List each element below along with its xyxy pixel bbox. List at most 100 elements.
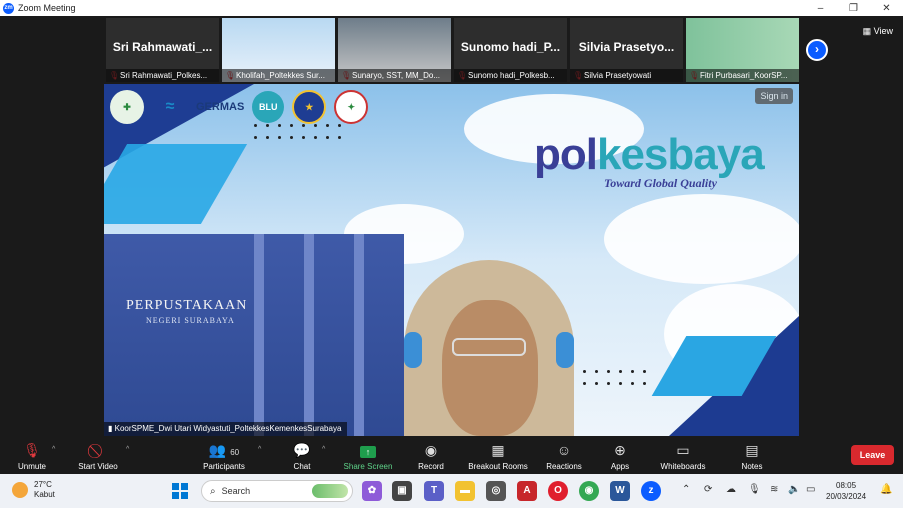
whiteboards-button[interactable]: ▭ Whiteboards xyxy=(656,440,710,471)
search-highlight-image xyxy=(312,484,348,498)
os-taskbar: 27°C Kabut ⌕ Search ✿ ▣ T ▬ ◎ A O ◉ W z ⌃… xyxy=(0,474,903,508)
chrome-icon[interactable]: ◉ xyxy=(579,481,599,501)
volume-icon[interactable]: 🔈 xyxy=(788,484,800,495)
weather-widget[interactable]: 27°C Kabut xyxy=(12,480,55,500)
speaker-name-caption: ▮ KoorSPME_Dwi Utari Widyastuti_Poltekke… xyxy=(104,422,348,436)
record-button[interactable]: ◉ Record xyxy=(414,440,448,471)
weather-sun-icon xyxy=(12,482,28,498)
meeting-toolbar: 🎙 Unmute ^ ⃠ Start Video ^ 👥 60 Particip… xyxy=(0,436,903,474)
battery-icon[interactable]: ▭ xyxy=(806,484,815,495)
teams-icon[interactable]: T xyxy=(424,481,444,501)
participants-button[interactable]: 👥 60 Participants xyxy=(198,440,250,471)
share-screen-icon: ↑ xyxy=(360,446,376,458)
camera-icon[interactable]: ◎ xyxy=(486,481,506,501)
taskbar-search[interactable]: ⌕ Search xyxy=(201,480,353,502)
accreditation-logo-icon: ✦ xyxy=(334,90,369,124)
pdf-reader-icon[interactable]: A xyxy=(517,481,537,501)
breakout-rooms-icon: ▦ xyxy=(491,442,505,458)
sync-icon[interactable]: ⟳ xyxy=(704,484,712,495)
whiteboard-icon: ▭ xyxy=(676,442,690,458)
participant-caption: Silvia Prasetyowati xyxy=(570,69,683,82)
breakout-rooms-button[interactable]: ▦ Breakout Rooms xyxy=(464,440,532,471)
notification-bell-icon[interactable]: 🔔 xyxy=(880,484,892,495)
cloud-icon[interactable]: ☁ xyxy=(726,484,736,495)
close-button[interactable]: ✕ xyxy=(870,0,903,16)
notes-icon: ▤ xyxy=(745,442,759,458)
zoom-app-icon[interactable]: z xyxy=(641,481,661,501)
speaker-figure xyxy=(404,260,574,436)
participant-tile[interactable]: Sri Rahmawati_... 🎙 Sri Rahmawati_Polkes… xyxy=(106,18,219,82)
grid-icon: ▦ xyxy=(862,26,872,36)
blu-logo: BLU xyxy=(252,91,285,123)
leave-button[interactable]: Leave xyxy=(851,445,894,465)
apps-button[interactable]: ⊕ Apps xyxy=(606,440,634,471)
participant-name-large: Sri Rahmawati_... xyxy=(112,40,213,54)
chat-button[interactable]: 💬 Chat xyxy=(286,440,318,471)
chat-icon: 💬 xyxy=(293,442,311,458)
decor-shape xyxy=(104,144,248,224)
participant-caption: Kholifah_Poltekkes Sur... xyxy=(222,69,335,82)
reactions-icon: ☺ xyxy=(556,442,572,458)
audio-options-caret[interactable]: ^ xyxy=(52,446,55,453)
video-options-caret[interactable]: ^ xyxy=(126,446,129,453)
participant-caption: Sunomo hadi_Polkesb... xyxy=(454,69,567,82)
muted-mic-icon: 🎙 xyxy=(23,442,41,458)
word-icon[interactable]: W xyxy=(610,481,630,501)
minimize-button[interactable]: – xyxy=(804,0,837,16)
temperature: 27°C xyxy=(34,480,52,489)
apps-icon: ⊕ xyxy=(614,442,626,458)
clock-time: 08:05 xyxy=(836,481,857,490)
participant-tile[interactable]: 🎙 Sunaryo, SST, MM_Do... xyxy=(338,18,451,82)
opera-icon[interactable]: O xyxy=(548,481,568,501)
participant-tile[interactable]: 🎙 Kholifah_Poltekkes Sur... xyxy=(222,18,335,82)
participant-caption: Sri Rahmawati_Polkes... xyxy=(106,69,219,82)
participant-tile[interactable]: 🎙 Fitri Purbasari_KoorSP... xyxy=(686,18,799,82)
polkesbaya-brand: polkesbaya xyxy=(534,130,765,179)
brand-tagline: Toward Global Quality xyxy=(604,176,717,190)
chevron-up-icon[interactable]: ⌃ xyxy=(682,484,690,495)
view-button[interactable]: ▦ View xyxy=(863,26,893,37)
reactions-button[interactable]: ☺ Reactions xyxy=(543,440,585,471)
building-image xyxy=(104,234,404,436)
participant-tile[interactable]: Sunomo hadi_P... 🎙 Sunomo hadi_Polkesb..… xyxy=(454,18,567,82)
search-placeholder: Search xyxy=(221,486,251,496)
search-icon: ⌕ xyxy=(210,485,216,497)
start-video-button[interactable]: ⃠ Start Video xyxy=(72,440,124,471)
participant-strip: Sri Rahmawati_... 🎙 Sri Rahmawati_Polkes… xyxy=(106,18,799,82)
system-clock[interactable]: 08:05 20/03/2024 xyxy=(826,480,866,502)
active-speaker-video[interactable]: PERPUSTAKAAN NEGERI SURABAYA ✚ ≈ GERMAS … xyxy=(104,84,799,436)
chat-options-caret[interactable]: ^ xyxy=(322,446,325,453)
signal-icon: ▮ xyxy=(108,424,113,433)
cloud xyxy=(604,194,799,284)
participants-options-caret[interactable]: ^ xyxy=(258,446,261,453)
decor-dots xyxy=(254,124,350,148)
task-view-icon[interactable]: ▣ xyxy=(392,481,412,501)
file-explorer-icon[interactable]: ▬ xyxy=(455,481,475,501)
microphone-tray-icon[interactable]: 🎙 xyxy=(748,484,761,495)
headset-icon xyxy=(404,332,422,368)
participant-tile[interactable]: Silvia Prasetyo... 🎙 Silvia Prasetyowati xyxy=(570,18,683,82)
participant-name-large: Sunomo hadi_P... xyxy=(460,40,561,54)
ministry-logo-icon: ✚ xyxy=(110,90,144,124)
window-controls: – ❐ ✕ xyxy=(804,0,903,16)
copilot-icon[interactable]: ✿ xyxy=(362,481,382,501)
sign-in-button[interactable]: Sign in xyxy=(755,88,793,104)
unmute-button[interactable]: 🎙 Unmute xyxy=(14,440,50,471)
wifi-icon[interactable]: ≋ xyxy=(770,484,778,495)
next-page-button[interactable]: › xyxy=(806,39,828,61)
participants-icon: 👥 60 xyxy=(208,442,240,458)
meeting-area: Sri Rahmawati_... 🎙 Sri Rahmawati_Polkes… xyxy=(0,16,903,436)
zoom-logo-icon: zm xyxy=(3,2,14,14)
share-screen-button[interactable]: ↑ Share Screen xyxy=(340,440,396,471)
record-icon: ◉ xyxy=(424,442,438,458)
windows-start-icon[interactable] xyxy=(172,483,188,499)
notes-button[interactable]: ▤ Notes xyxy=(737,440,767,471)
building-sign: PERPUSTAKAAN xyxy=(126,298,248,313)
germas-logo: GERMAS xyxy=(196,101,245,113)
window-title: Zoom Meeting xyxy=(18,3,76,13)
building-subsign: NEGERI SURABAYA xyxy=(146,316,235,325)
video-off-icon: ⃠ xyxy=(72,440,124,460)
clock-date: 20/03/2024 xyxy=(826,492,867,501)
maximize-button[interactable]: ❐ xyxy=(837,0,870,16)
poltekkes-logo-icon: ★ xyxy=(292,90,327,124)
